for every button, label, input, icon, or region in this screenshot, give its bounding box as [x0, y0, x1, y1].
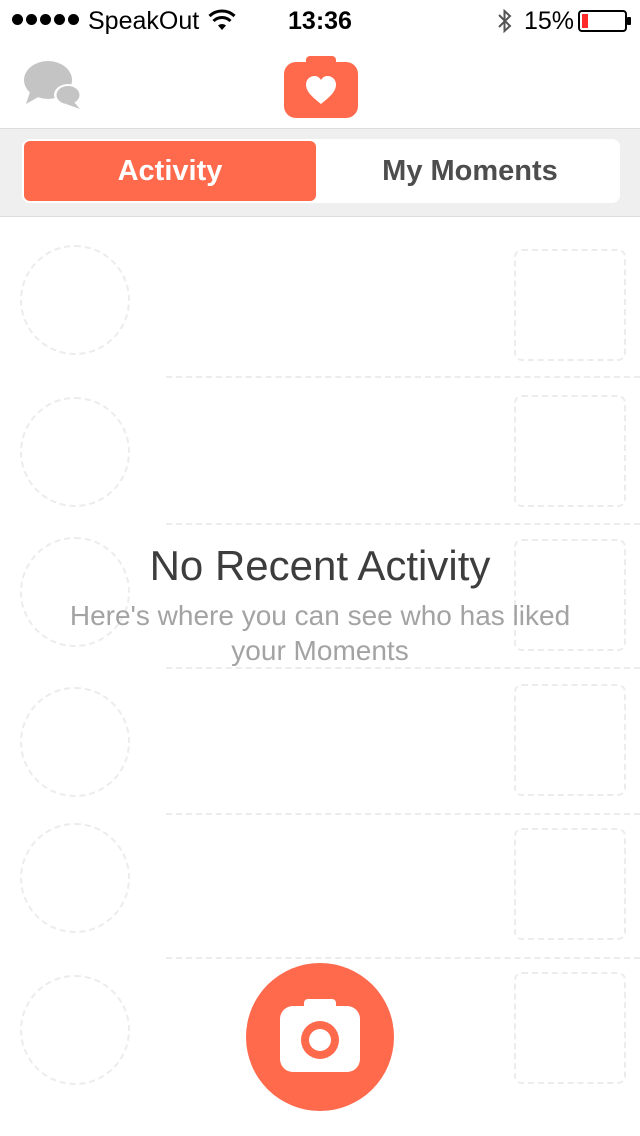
bluetooth-icon: [498, 8, 512, 34]
placeholder-avatar: [20, 245, 130, 355]
status-bar: SpeakOut 13:36 15%: [0, 0, 640, 40]
empty-state-title: No Recent Activity: [149, 542, 491, 589]
segment-area: Activity My Moments: [0, 129, 640, 217]
tab-activity[interactable]: Activity: [24, 141, 316, 201]
placeholder-thumbnail: [514, 684, 626, 796]
placeholder-divider: [166, 376, 640, 378]
camera-heart-icon: [284, 56, 358, 118]
camera-icon: [280, 999, 360, 1072]
placeholder-avatar: [20, 975, 130, 1085]
placeholder-avatar: [20, 823, 130, 933]
placeholder-thumbnail: [514, 395, 626, 507]
placeholder-divider: [166, 523, 640, 525]
placeholder-divider: [166, 957, 640, 959]
placeholder-avatar: [20, 397, 130, 507]
nav-bar: [0, 40, 640, 129]
placeholder-thumbnail: [514, 249, 626, 361]
screen: SpeakOut 13:36 15% Activity My Moments N…: [0, 0, 640, 1136]
empty-state-subtitle: Here's where you can see who has liked y…: [69, 600, 571, 666]
battery-percentage: 15%: [524, 7, 575, 35]
chat-bubbles-icon[interactable]: [22, 58, 84, 114]
segmented-control: Activity My Moments: [22, 139, 620, 203]
tab-my-moments[interactable]: My Moments: [322, 141, 618, 201]
placeholder-avatar: [20, 687, 130, 797]
placeholder-thumbnail: [514, 828, 626, 940]
placeholder-divider: [166, 813, 640, 815]
battery-icon: [578, 10, 631, 32]
capture-button[interactable]: [246, 963, 394, 1111]
placeholder-thumbnail: [514, 972, 626, 1084]
